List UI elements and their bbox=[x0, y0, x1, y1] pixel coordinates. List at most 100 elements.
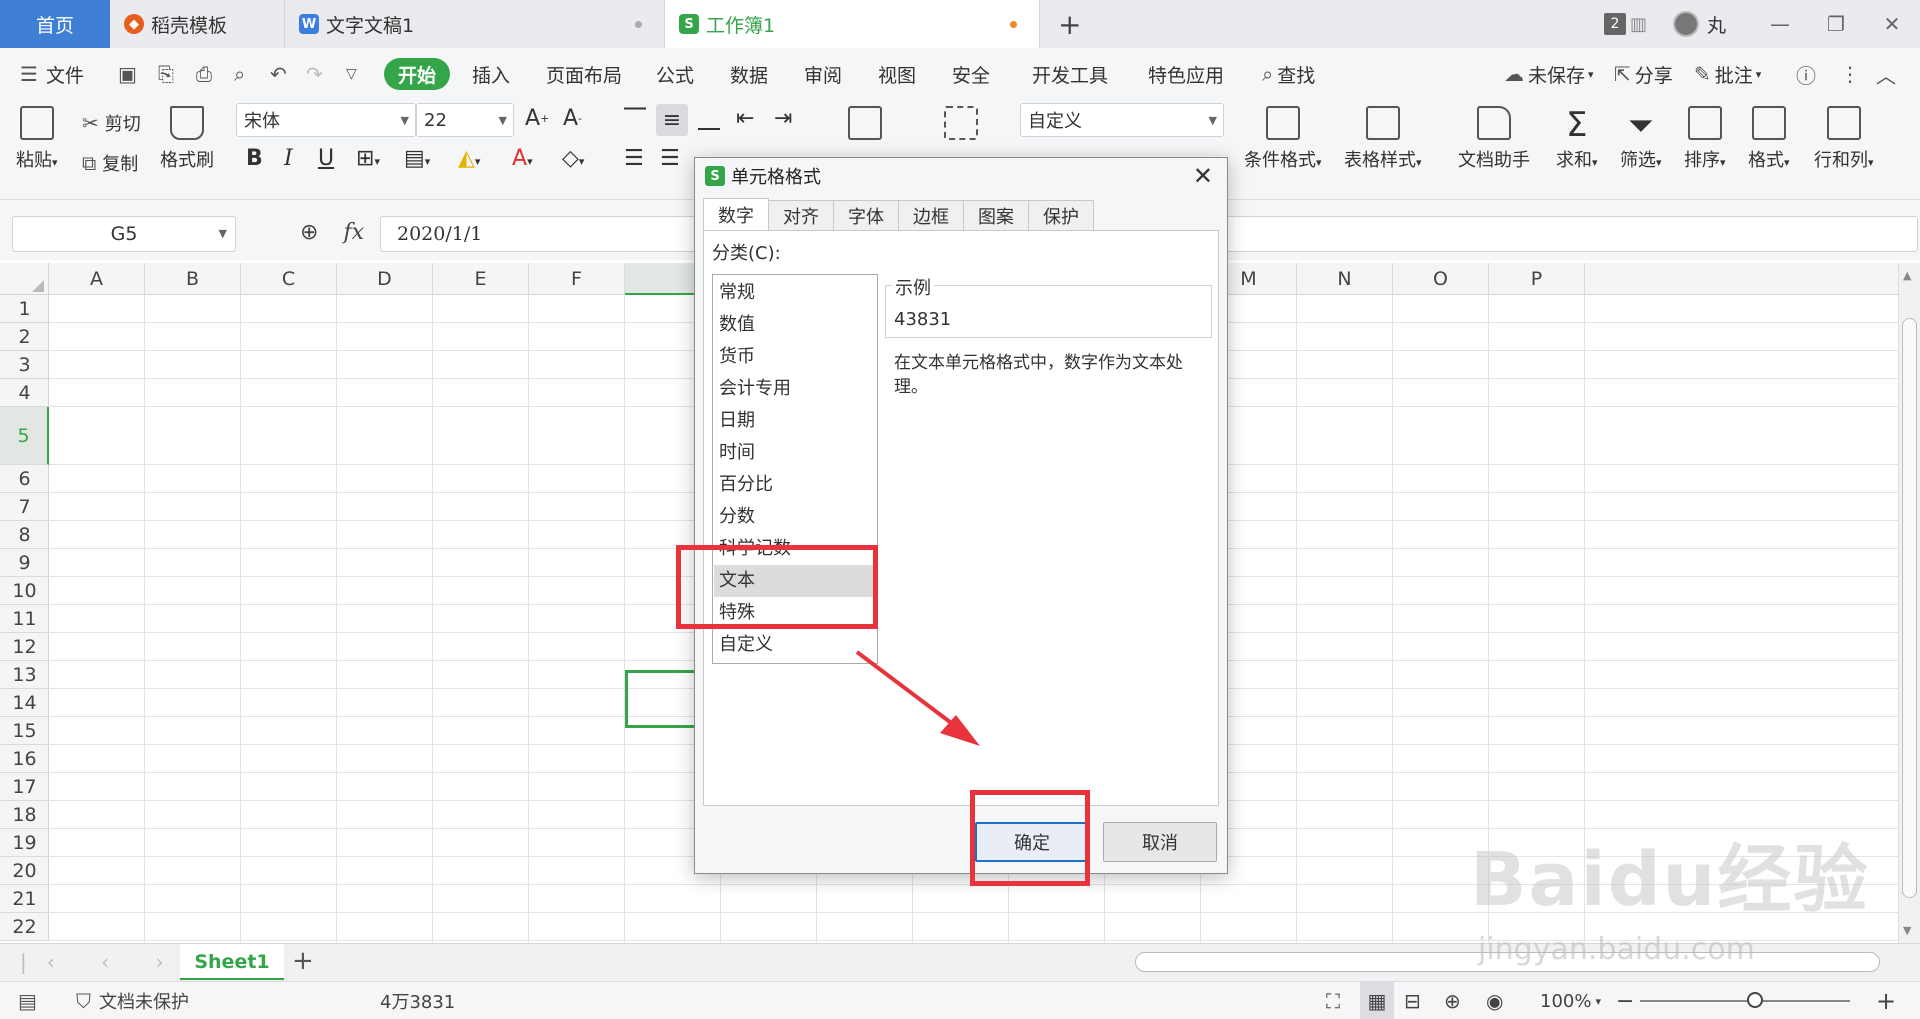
scroll-down-icon[interactable]: ▼ bbox=[1903, 924, 1911, 937]
tab-home[interactable]: 首页 bbox=[0, 0, 110, 48]
table-style-button[interactable]: 表格样式▾ bbox=[1344, 106, 1422, 172]
zoom-out-icon[interactable]: − bbox=[1616, 982, 1634, 1019]
comment-button[interactable]: ✎ 批注 ▾ bbox=[1694, 48, 1761, 100]
menu-security[interactable]: 安全 bbox=[952, 48, 990, 100]
copy-button[interactable]: ⧉ 复制 bbox=[82, 150, 138, 176]
category-item[interactable]: 时间 bbox=[714, 437, 876, 469]
sheet-tab-sheet1[interactable]: Sheet1 bbox=[180, 944, 284, 980]
menu-special[interactable]: 特色应用 bbox=[1148, 48, 1224, 100]
save-icon[interactable]: ▣ bbox=[118, 48, 137, 100]
category-item[interactable]: 会计专用 bbox=[714, 373, 876, 405]
cancel-button[interactable]: 取消 bbox=[1103, 822, 1217, 862]
format-painter-button[interactable]: 格式刷 bbox=[160, 106, 214, 172]
page-layout-view-icon[interactable]: ⊕ bbox=[1444, 982, 1461, 1019]
close-icon[interactable]: ✕ bbox=[1864, 12, 1920, 36]
avatar[interactable] bbox=[1672, 11, 1699, 37]
column-header-f[interactable]: F bbox=[529, 263, 625, 295]
row-header-6[interactable]: 6 bbox=[0, 465, 49, 493]
column-header-o[interactable]: O bbox=[1393, 263, 1489, 295]
font-color-icon[interactable]: A▾ bbox=[512, 146, 533, 171]
row-header-10[interactable]: 10 bbox=[0, 577, 49, 605]
menu-insert[interactable]: 插入 bbox=[472, 48, 510, 100]
category-item[interactable]: 日期 bbox=[714, 405, 876, 437]
select-all-corner[interactable] bbox=[0, 263, 49, 295]
minimize-icon[interactable]: — bbox=[1752, 12, 1808, 36]
zoom-in-icon[interactable]: + bbox=[1876, 982, 1896, 1019]
column-header-n[interactable]: N bbox=[1297, 263, 1393, 295]
menu-review[interactable]: 审阅 bbox=[804, 48, 842, 100]
paste-button[interactable]: 粘贴▾ bbox=[16, 106, 58, 172]
align-middle-icon[interactable]: ≡ bbox=[656, 104, 688, 136]
zoom-level[interactable]: 100% ▾ bbox=[1540, 982, 1601, 1019]
border-icon[interactable]: ⊞▾ bbox=[356, 146, 380, 171]
print-preview-icon[interactable]: ⌕ bbox=[234, 48, 245, 100]
new-tab-button[interactable]: + bbox=[1058, 8, 1081, 41]
increase-font-icon[interactable]: A + bbox=[525, 106, 549, 131]
redo-icon[interactable]: ↷ bbox=[306, 48, 323, 100]
row-col-button[interactable]: 行和列▾ bbox=[1814, 106, 1874, 172]
file-menu[interactable]: ☰ 文件 bbox=[20, 48, 84, 100]
scroll-up-icon[interactable]: ▲ bbox=[1903, 269, 1911, 282]
decrease-font-icon[interactable]: A- bbox=[563, 106, 582, 131]
tab-writer-doc[interactable]: W 文字文稿1 bbox=[285, 0, 665, 48]
tab-protection[interactable]: 保护 bbox=[1028, 200, 1094, 230]
scroll-thumb[interactable] bbox=[1902, 318, 1917, 898]
tab-pattern[interactable]: 图案 bbox=[963, 200, 1029, 230]
window-list-icon[interactable]: ▥ bbox=[1630, 14, 1647, 35]
row-header-13[interactable]: 13 bbox=[0, 661, 49, 689]
menu-start[interactable]: 开始 bbox=[384, 58, 451, 90]
fill-color-icon[interactable]: ◭▾ bbox=[458, 146, 480, 171]
filter-button[interactable]: ⏷ 筛选▾ bbox=[1620, 106, 1662, 172]
tab-workbook[interactable]: S 工作簿1 bbox=[665, 0, 1040, 48]
row-header-2[interactable]: 2 bbox=[0, 323, 49, 351]
column-header-p[interactable]: P bbox=[1489, 263, 1585, 295]
zoom-slider-knob[interactable] bbox=[1747, 992, 1763, 1008]
font-family-select[interactable]: 宋体 ▼ bbox=[236, 103, 416, 137]
italic-icon[interactable]: I bbox=[284, 146, 293, 171]
category-item[interactable]: 货币 bbox=[714, 341, 876, 373]
align-bottom-icon[interactable]: ⎽ bbox=[698, 106, 720, 131]
format-button[interactable]: 格式▾ bbox=[1748, 106, 1790, 172]
page-break-view-icon[interactable]: ⊟ bbox=[1404, 982, 1421, 1019]
close-icon[interactable]: ✕ bbox=[1193, 162, 1213, 190]
help-icon[interactable]: ⓘ bbox=[1796, 48, 1816, 100]
category-item[interactable]: 自定义 bbox=[714, 629, 876, 661]
unsaved-status[interactable]: ☁ 未保存 ▾ bbox=[1504, 48, 1594, 100]
row-header-16[interactable]: 16 bbox=[0, 745, 49, 773]
sum-button[interactable]: Σ 求和▾ bbox=[1556, 106, 1598, 172]
number-format-select[interactable]: 自定义 ▼ bbox=[1020, 103, 1224, 137]
restore-icon[interactable]: ❐ bbox=[1808, 12, 1864, 36]
sort-button[interactable]: 排序▾ bbox=[1684, 106, 1726, 172]
tab-alignment[interactable]: 对齐 bbox=[768, 200, 834, 230]
row-header-4[interactable]: 4 bbox=[0, 379, 49, 407]
add-sheet-button[interactable]: + bbox=[292, 946, 314, 976]
name-box[interactable]: G5 ▼ bbox=[12, 216, 236, 252]
print-icon[interactable]: ⎙ bbox=[196, 48, 212, 100]
vertical-scrollbar[interactable]: ▲ ▼ bbox=[1898, 263, 1920, 943]
menu-view[interactable]: 视图 bbox=[878, 48, 916, 100]
row-header-14[interactable]: 14 bbox=[0, 689, 49, 717]
indent-increase-icon[interactable]: ⇥ bbox=[774, 106, 792, 131]
tab-number[interactable]: 数字 bbox=[703, 198, 769, 230]
row-header-11[interactable]: 11 bbox=[0, 605, 49, 633]
menu-developer[interactable]: 开发工具 bbox=[1032, 48, 1108, 100]
eraser-icon[interactable]: ◇▾ bbox=[562, 146, 584, 171]
row-header-20[interactable]: 20 bbox=[0, 857, 49, 885]
row-header-7[interactable]: 7 bbox=[0, 493, 49, 521]
protect-status[interactable]: ⛉ 文档未保护 bbox=[76, 982, 189, 1019]
search-menu[interactable]: ⌕ 查找 bbox=[1262, 48, 1315, 100]
column-header-e[interactable]: E bbox=[433, 263, 529, 295]
underline-icon[interactable]: U bbox=[318, 146, 334, 171]
more-icon[interactable]: ⋮ bbox=[1840, 48, 1860, 100]
eye-protection-icon[interactable]: ◉ bbox=[1486, 982, 1503, 1019]
row-header-18[interactable]: 18 bbox=[0, 801, 49, 829]
fullscreen-icon[interactable]: ⛶ bbox=[1326, 982, 1340, 1019]
row-header-12[interactable]: 12 bbox=[0, 633, 49, 661]
row-header-1[interactable]: 1 bbox=[0, 295, 49, 323]
tab-border[interactable]: 边框 bbox=[898, 200, 964, 230]
fx-icon[interactable]: fx bbox=[343, 220, 364, 245]
category-item[interactable]: 常规 bbox=[714, 277, 876, 309]
window-count-badge[interactable]: 2 bbox=[1603, 13, 1626, 35]
menu-page-layout[interactable]: 页面布局 bbox=[546, 48, 622, 100]
row-header-19[interactable]: 19 bbox=[0, 829, 49, 857]
